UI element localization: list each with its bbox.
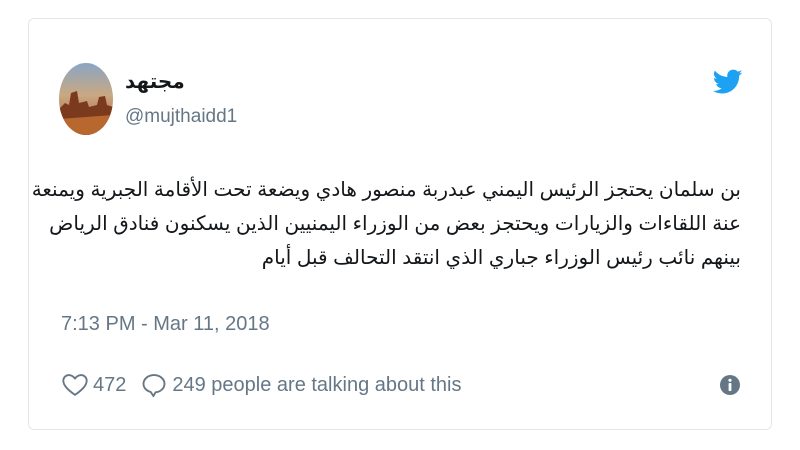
info-icon[interactable] — [719, 374, 741, 396]
like-count[interactable]: 472 — [93, 374, 126, 397]
author-handle[interactable]: @mujthaidd1 — [125, 106, 237, 128]
tweet-text-line: بن سلمان يحتجز الرئيس اليمني عبدربة منصو… — [31, 179, 741, 201]
tweet-timestamp[interactable]: 7:13 PM - Mar 11, 2018 — [61, 313, 270, 336]
tweet-actions: 472 249 people are talking about this — [61, 369, 461, 401]
tweet-text-line: عنة اللقاءات والزيارات ويحتجز بعض من الو… — [49, 213, 741, 235]
author-name[interactable]: مجتهد — [125, 69, 185, 94]
tweet-card: مجتهد @mujthaidd1 بن سلمان يحتجز الرئيس … — [28, 18, 772, 430]
heart-icon[interactable] — [61, 371, 89, 399]
talking-about-link[interactable]: 249 people are talking about this — [172, 374, 461, 397]
avatar[interactable] — [59, 63, 113, 135]
tweet-text-line: بينهم نائب رئيس الوزراء جباري الذي انتقد… — [261, 247, 741, 269]
avatar-image — [59, 63, 113, 135]
twitter-bird-icon[interactable] — [712, 69, 743, 95]
tweet-text: بن سلمان يحتجز الرئيس اليمني عبدربة منصو… — [31, 173, 741, 275]
speech-bubble-icon[interactable] — [140, 371, 168, 399]
